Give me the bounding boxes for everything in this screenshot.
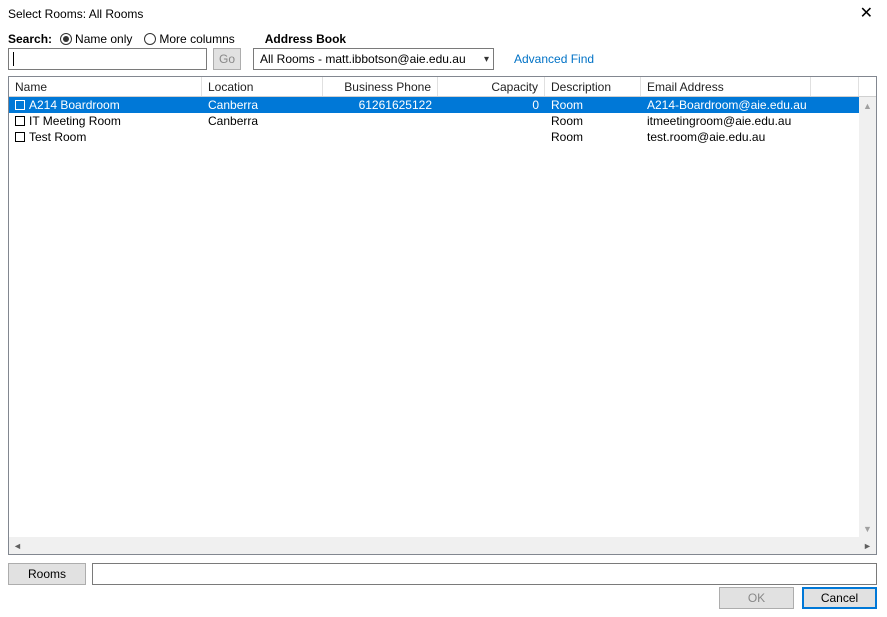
cell-location — [202, 129, 323, 145]
text-cursor-icon — [13, 52, 14, 66]
cell-description: Room — [545, 129, 641, 145]
col-header-name[interactable]: Name — [9, 77, 202, 96]
radio-name-only-label: Name only — [75, 32, 132, 46]
scroll-left-icon[interactable]: ◄ — [9, 537, 26, 554]
table-row[interactable]: Test Room Roomtest.room@aie.edu.au — [9, 129, 859, 145]
cell-name: A214 Boardroom — [9, 97, 202, 113]
radio-name-only[interactable]: Name only — [60, 32, 132, 46]
radio-icon — [144, 33, 156, 45]
cell-location: Canberra — [202, 113, 323, 129]
table-row[interactable]: IT Meeting RoomCanberra Roomitmeetingroom… — [9, 113, 859, 129]
cancel-button-label: Cancel — [821, 591, 858, 605]
rooms-input[interactable] — [92, 563, 877, 585]
address-book-value: All Rooms - matt.ibbotson@aie.edu.au — [260, 52, 484, 66]
go-button-label: Go — [219, 52, 235, 66]
advanced-find-link[interactable]: Advanced Find — [514, 52, 594, 66]
cell-phone — [323, 129, 438, 145]
cell-email: A214-Boardroom@aie.edu.au — [641, 97, 811, 113]
rooms-button[interactable]: Rooms — [8, 563, 86, 585]
scroll-down-icon[interactable]: ▼ — [859, 520, 876, 537]
search-input-row: Go All Rooms - matt.ibbotson@aie.edu.au … — [0, 48, 887, 76]
col-header-location[interactable]: Location — [202, 77, 323, 96]
col-header-spacer — [811, 77, 859, 96]
cell-location: Canberra — [202, 97, 323, 113]
go-button[interactable]: Go — [213, 48, 241, 70]
radio-icon — [60, 33, 72, 45]
cell-phone: 61261625122 — [323, 97, 438, 113]
scroll-up-icon[interactable]: ▲ — [859, 97, 876, 114]
horizontal-scrollbar[interactable]: ◄ ► — [9, 537, 876, 554]
radio-more-columns[interactable]: More columns — [144, 32, 234, 46]
table-body-wrap: A214 BoardroomCanberra612616251220RoomA2… — [9, 97, 876, 537]
dialog-footer: OK Cancel — [719, 587, 877, 609]
ok-button[interactable]: OK — [719, 587, 794, 609]
cell-email: test.room@aie.edu.au — [641, 129, 811, 145]
address-book-select[interactable]: All Rooms - matt.ibbotson@aie.edu.au ▾ — [253, 48, 494, 70]
search-controls-row: Search: Name only More columns Address B… — [0, 28, 887, 48]
chevron-down-icon: ▾ — [484, 54, 489, 65]
cell-description: Room — [545, 97, 641, 113]
cell-capacity — [438, 129, 545, 145]
table-row[interactable]: A214 BoardroomCanberra612616251220RoomA2… — [9, 97, 859, 113]
cancel-button[interactable]: Cancel — [802, 587, 877, 609]
vertical-scrollbar[interactable]: ▲ ▼ — [859, 97, 876, 537]
ok-button-label: OK — [748, 591, 765, 605]
cell-email: itmeetingroom@aie.edu.au — [641, 113, 811, 129]
close-icon[interactable]: ✕ — [854, 2, 879, 26]
col-header-description[interactable]: Description — [545, 77, 641, 96]
cell-capacity — [438, 113, 545, 129]
col-header-capacity[interactable]: Capacity — [438, 77, 545, 96]
address-book-label: Address Book — [265, 32, 346, 46]
cell-phone — [323, 113, 438, 129]
room-icon — [15, 116, 25, 126]
room-icon — [15, 132, 25, 142]
col-header-scrollbar — [859, 77, 876, 96]
cell-name: Test Room — [9, 129, 202, 145]
search-input[interactable] — [8, 48, 207, 70]
title-bar: Select Rooms: All Rooms ✕ — [0, 0, 887, 28]
table-body[interactable]: A214 BoardroomCanberra612616251220RoomA2… — [9, 97, 859, 537]
col-header-phone[interactable]: Business Phone — [323, 77, 438, 96]
window-title: Select Rooms: All Rooms — [8, 7, 854, 21]
radio-more-columns-label: More columns — [159, 32, 234, 46]
cell-description: Room — [545, 113, 641, 129]
table-header-row: Name Location Business Phone Capacity De… — [9, 77, 876, 97]
rooms-button-label: Rooms — [28, 567, 66, 581]
cell-name: IT Meeting Room — [9, 113, 202, 129]
scroll-right-icon[interactable]: ► — [859, 537, 876, 554]
rooms-row: Rooms — [0, 555, 887, 585]
room-icon — [15, 100, 25, 110]
cell-capacity: 0 — [438, 97, 545, 113]
results-table: Name Location Business Phone Capacity De… — [8, 76, 877, 555]
search-label: Search: — [8, 32, 52, 46]
col-header-email[interactable]: Email Address — [641, 77, 811, 96]
